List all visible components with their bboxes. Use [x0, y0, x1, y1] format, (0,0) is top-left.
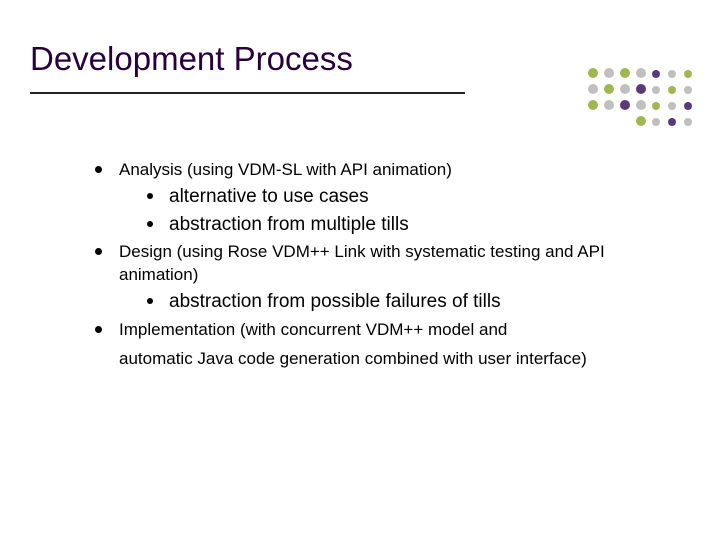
title-row: Development Process: [30, 40, 670, 84]
dot-icon: [652, 118, 660, 126]
dot-icon: [588, 84, 598, 94]
dot-icon: [604, 68, 614, 78]
list-item: abstraction from multiple tills: [147, 212, 670, 238]
dot-icon: [604, 100, 614, 110]
bullet-list: Analysis (using VDM-SL with API animatio…: [95, 159, 670, 342]
dot-icon: [604, 84, 614, 94]
dot-icon: [620, 100, 630, 110]
dot-icon: [684, 86, 692, 94]
decorative-dots: [588, 68, 700, 138]
dot-icon: [620, 84, 630, 94]
dot-icon: [588, 100, 598, 110]
dot-icon: [636, 84, 646, 94]
list-item: alternative to use cases: [147, 184, 670, 210]
sub-bullet-text: alternative to use cases: [169, 186, 369, 207]
dot-icon: [636, 68, 646, 78]
slide-title: Development Process: [30, 40, 353, 84]
sub-bullet-text: abstraction from possible failures of ti…: [169, 291, 501, 312]
dot-icon: [620, 68, 630, 78]
list-item: Analysis (using VDM-SL with API animatio…: [95, 159, 670, 237]
continuation-text: automatic Java code generation combined …: [119, 348, 670, 371]
sub-list: alternative to use cases abstraction fro…: [147, 184, 670, 237]
dot-icon: [652, 86, 660, 94]
dot-icon: [668, 102, 676, 110]
sub-bullet-text: abstraction from multiple tills: [169, 214, 409, 235]
dot-icon: [668, 70, 676, 78]
dot-icon: [652, 70, 660, 78]
dot-icon: [668, 86, 676, 94]
dot-icon: [636, 100, 646, 110]
bullet-text: Analysis (using VDM-SL with API animatio…: [119, 160, 452, 179]
dot-icon: [668, 118, 676, 126]
dot-icon: [636, 116, 646, 126]
dot-icon: [588, 68, 598, 78]
list-item: Implementation (with concurrent VDM++ mo…: [95, 319, 670, 342]
bullet-text: Design (using Rose VDM++ Link with syste…: [119, 242, 605, 284]
sub-list: abstraction from possible failures of ti…: [147, 289, 670, 315]
dot-icon: [684, 70, 692, 78]
bullet-text: Implementation (with concurrent VDM++ mo…: [119, 320, 507, 339]
slide: Development Process Analysis (using: [0, 0, 720, 540]
list-item: Design (using Rose VDM++ Link with syste…: [95, 241, 670, 315]
content-area: Analysis (using VDM-SL with API animatio…: [30, 159, 670, 371]
dot-icon: [684, 118, 692, 126]
dot-icon: [684, 102, 692, 110]
title-underline: [30, 92, 465, 94]
list-item: abstraction from possible failures of ti…: [147, 289, 670, 315]
dot-icon: [652, 102, 660, 110]
